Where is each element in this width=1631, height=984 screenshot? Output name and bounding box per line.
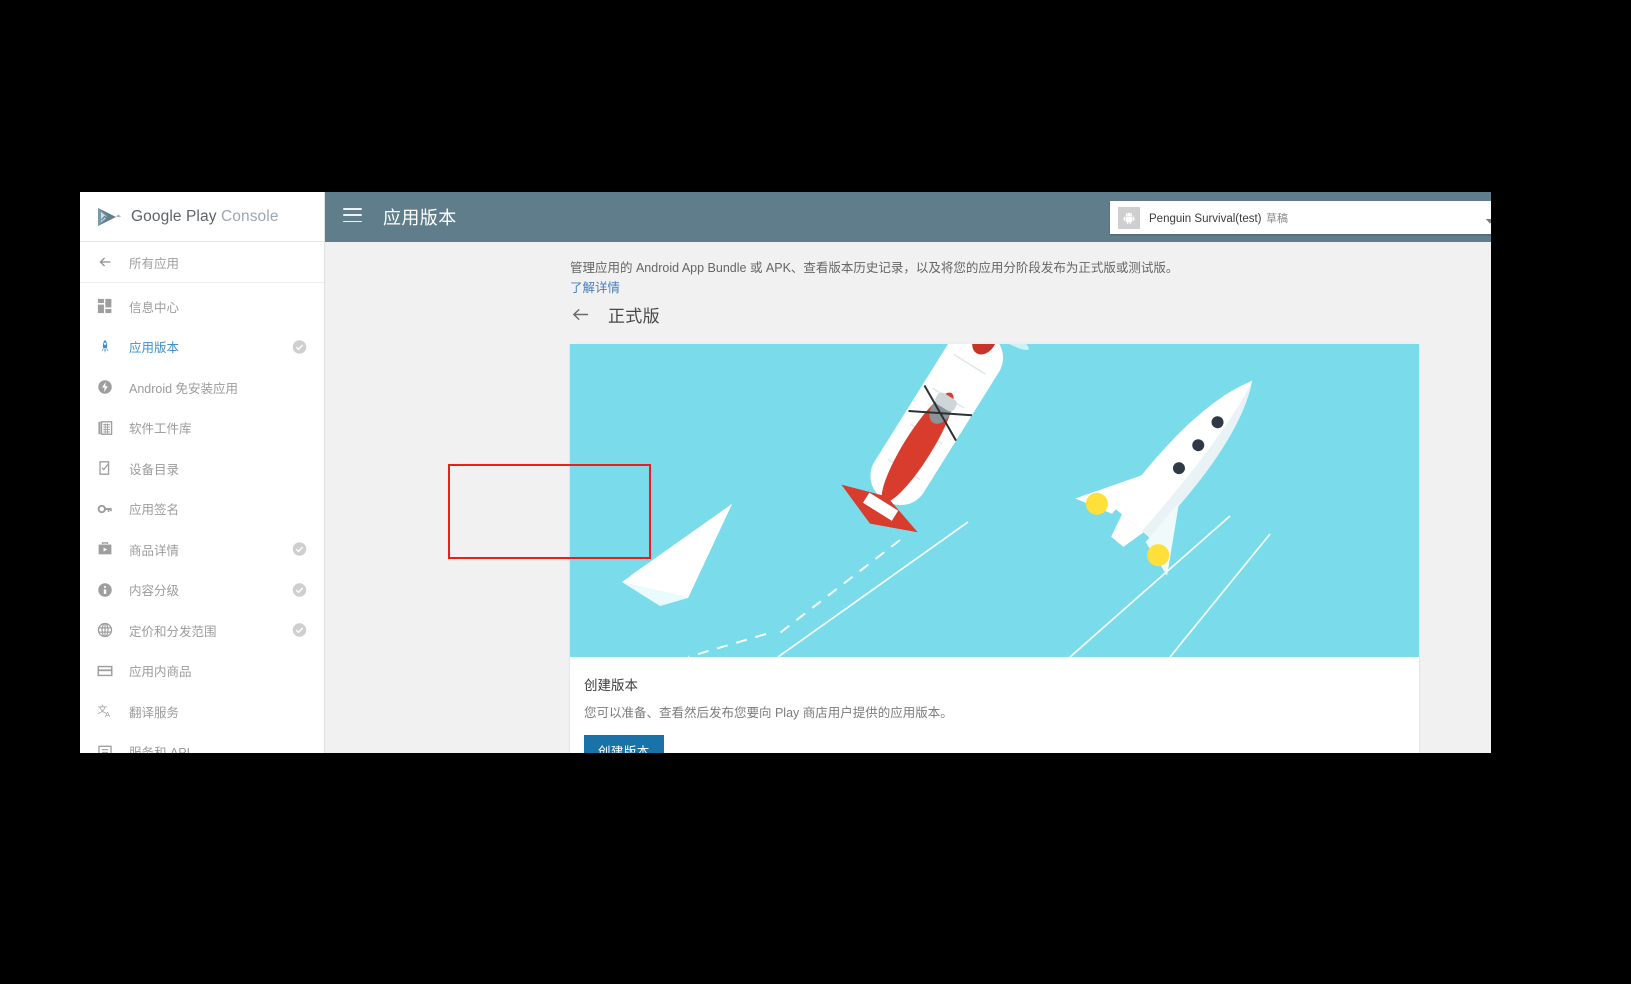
app-selector-text: Penguin Survival(test) 草稿 (1149, 209, 1485, 227)
status-badge (292, 582, 307, 597)
android-robot-icon (1118, 206, 1140, 229)
chevron-down-icon[interactable] (1485, 213, 1491, 224)
sidebar-item-app-releases[interactable]: 应用版本 (80, 327, 324, 368)
card-description: 您可以准备、查看然后发布您要向 Play 商店用户提供的应用版本。 (584, 706, 953, 720)
content-rating-icon (92, 579, 118, 601)
sidebar-item-label: 应用签名 (129, 503, 180, 518)
sidebar-item-label: 应用版本 (129, 341, 180, 356)
arrow-left-icon[interactable] (570, 305, 594, 325)
status-badge (292, 542, 307, 557)
create-release-button[interactable]: 创建版本 (584, 735, 664, 753)
page-description: 管理应用的 Android App Bundle 或 APK、查看版本历史记录，… (570, 261, 1179, 275)
top-app-bar: 应用版本 Penguin Survival(test) 草稿 (325, 192, 1491, 242)
svg-text:A: A (105, 710, 111, 719)
section-header: 正式版 (570, 302, 660, 327)
device-catalog-icon (92, 457, 118, 479)
sidebar-item-label: 软件工件库 (129, 422, 192, 437)
app-selector-dropdown[interactable]: Penguin Survival(test) 草稿 (1110, 201, 1491, 234)
sidebar-item-label: 应用内商品 (129, 665, 192, 680)
sidebar-back-label: 所有应用 (129, 256, 180, 271)
status-badge (292, 623, 307, 638)
page-description-block: 管理应用的 Android App Bundle 或 APK、查看版本历史记录，… (570, 258, 1270, 299)
store-listing-icon (92, 538, 118, 560)
sidebar-item-dashboard[interactable]: 信息中心 (80, 286, 324, 327)
artifact-library-icon (92, 417, 118, 439)
section-title: 正式版 (608, 307, 660, 326)
sidebar-item-translation-service[interactable]: 文 A 翻译服务 (80, 691, 324, 732)
content-area: 管理应用的 Android App Bundle 或 APK、查看版本历史记录，… (325, 242, 1491, 753)
services-api-icon (92, 741, 118, 753)
rocket-icon (92, 336, 118, 358)
brand-name-primary: Google Play (131, 207, 217, 225)
sidebar-item-artifact-library[interactable]: 软件工件库 (80, 408, 324, 449)
create-release-card: 创建版本 您可以准备、查看然后发布您要向 Play 商店用户提供的应用版本。 创… (570, 344, 1419, 753)
screenshot-stage: Google Play Console 所有应用 信息中心 应用版本 Andro… (0, 0, 1631, 984)
sidebar-item-label: 服务和 API (129, 742, 190, 753)
sidebar-item-label: 翻译服务 (129, 705, 180, 720)
browser-viewport: Google Play Console 所有应用 信息中心 应用版本 Andro… (80, 192, 1491, 753)
instant-apps-icon (92, 376, 118, 398)
sidebar-item-store-listing[interactable]: 商品详情 (80, 529, 324, 570)
sidebar: Google Play Console 所有应用 信息中心 应用版本 Andro… (80, 192, 325, 753)
app-status: 草稿 (1265, 212, 1288, 225)
google-play-logo-icon (96, 206, 122, 228)
dashboard-icon (92, 295, 118, 317)
sidebar-item-pricing-distribution[interactable]: 定价和分发范围 (80, 610, 324, 651)
translate-icon: 文 A (92, 700, 118, 722)
sidebar-item-label: 内容分级 (129, 584, 180, 599)
sidebar-item-label: 定价和分发范围 (129, 624, 217, 639)
brand-title: Google Play Console (131, 208, 279, 226)
sidebar-item-services-api[interactable]: 服务和 API (80, 732, 324, 753)
sidebar-back-all-apps[interactable]: 所有应用 (80, 242, 324, 283)
hero-illustration (570, 344, 1419, 657)
sidebar-item-app-signing[interactable]: 应用签名 (80, 489, 324, 530)
sidebar-item-label: 信息中心 (129, 300, 180, 315)
status-badge (292, 339, 307, 354)
card-heading: 创建版本 (584, 678, 638, 693)
hamburger-menu-icon[interactable] (343, 208, 362, 225)
key-icon (92, 498, 118, 520)
app-name: Penguin Survival(test) (1149, 212, 1262, 225)
brand-header[interactable]: Google Play Console (80, 192, 324, 242)
sidebar-nav-list: 信息中心 应用版本 Android 免安装应用 软件工件库 设备目录 应用签名 … (80, 283, 324, 753)
card-body: 创建版本 您可以准备、查看然后发布您要向 Play 商店用户提供的应用版本。 创… (570, 657, 1419, 753)
credit-card-icon (92, 660, 118, 682)
arrow-left-icon (92, 252, 118, 272)
brand-name-secondary: Console (220, 207, 279, 225)
sidebar-item-device-catalog[interactable]: 设备目录 (80, 448, 324, 489)
sidebar-item-instant-apps[interactable]: Android 免安装应用 (80, 367, 324, 408)
page-title: 应用版本 (383, 208, 457, 228)
sidebar-item-label: 设备目录 (129, 462, 180, 477)
learn-more-link[interactable]: 了解详情 (570, 278, 1270, 298)
globe-icon (92, 619, 118, 641)
sidebar-item-content-rating[interactable]: 内容分级 (80, 570, 324, 611)
sidebar-item-label: 商品详情 (129, 543, 180, 558)
sidebar-item-in-app-products[interactable]: 应用内商品 (80, 651, 324, 692)
sidebar-item-label: Android 免安装应用 (129, 381, 239, 396)
